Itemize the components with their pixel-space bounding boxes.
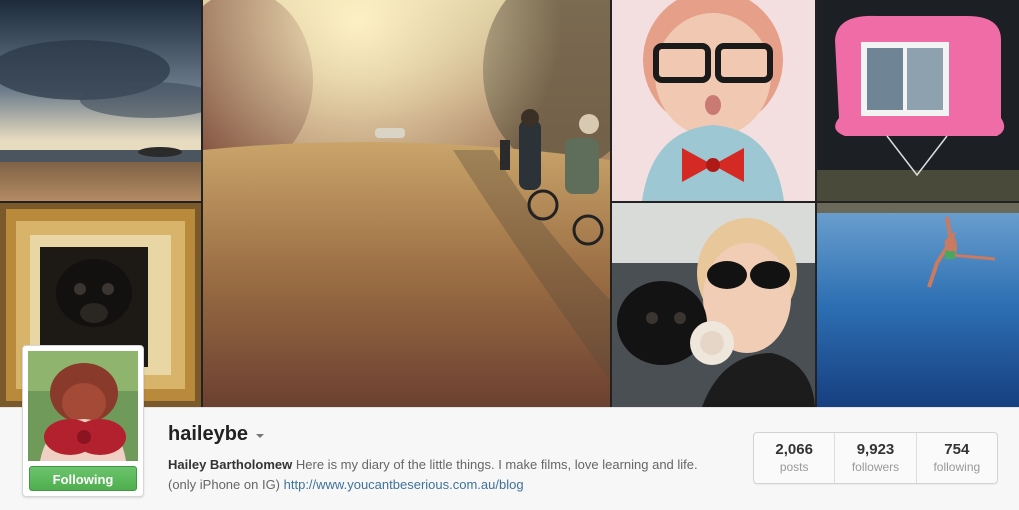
stat-value: 9,923 bbox=[856, 441, 895, 458]
profile-bio: Hailey Bartholomew Here is my diary of t… bbox=[168, 455, 728, 495]
profile-stats: 2,066 posts 9,923 followers 754 followin… bbox=[753, 432, 998, 484]
avatar[interactable] bbox=[28, 351, 138, 461]
stat-followers[interactable]: 9,923 followers bbox=[834, 433, 915, 483]
stat-label: posts bbox=[779, 460, 809, 474]
stat-value: 754 bbox=[944, 441, 970, 458]
cover-photo-woman-pug-car[interactable] bbox=[612, 203, 815, 407]
cover-photo-girl-glasses[interactable] bbox=[612, 0, 815, 201]
cover-photo-pink-window[interactable] bbox=[817, 0, 1019, 201]
cover-photo-jump-water[interactable] bbox=[817, 203, 1019, 407]
username[interactable]: haileybe bbox=[168, 423, 248, 446]
website-link[interactable]: http://www.youcantbeserious.com.au/blog bbox=[284, 477, 524, 492]
stat-label: following bbox=[933, 460, 981, 474]
profile-avatar-card: Following bbox=[22, 345, 144, 497]
stat-following[interactable]: 754 following bbox=[915, 433, 997, 483]
stat-label: followers bbox=[851, 460, 900, 474]
full-name: Hailey Bartholomew bbox=[168, 457, 293, 472]
stat-posts[interactable]: 2,066 posts bbox=[754, 433, 834, 483]
username-row: haileybe bbox=[168, 423, 265, 446]
caret-down-icon[interactable] bbox=[256, 434, 265, 438]
stat-value: 2,066 bbox=[775, 441, 813, 458]
cover-photo-grid bbox=[0, 0, 1019, 407]
following-button[interactable]: Following bbox=[29, 466, 137, 491]
cover-photo-beach[interactable] bbox=[0, 0, 201, 201]
cover-photo-field-cyclists[interactable] bbox=[203, 0, 610, 407]
